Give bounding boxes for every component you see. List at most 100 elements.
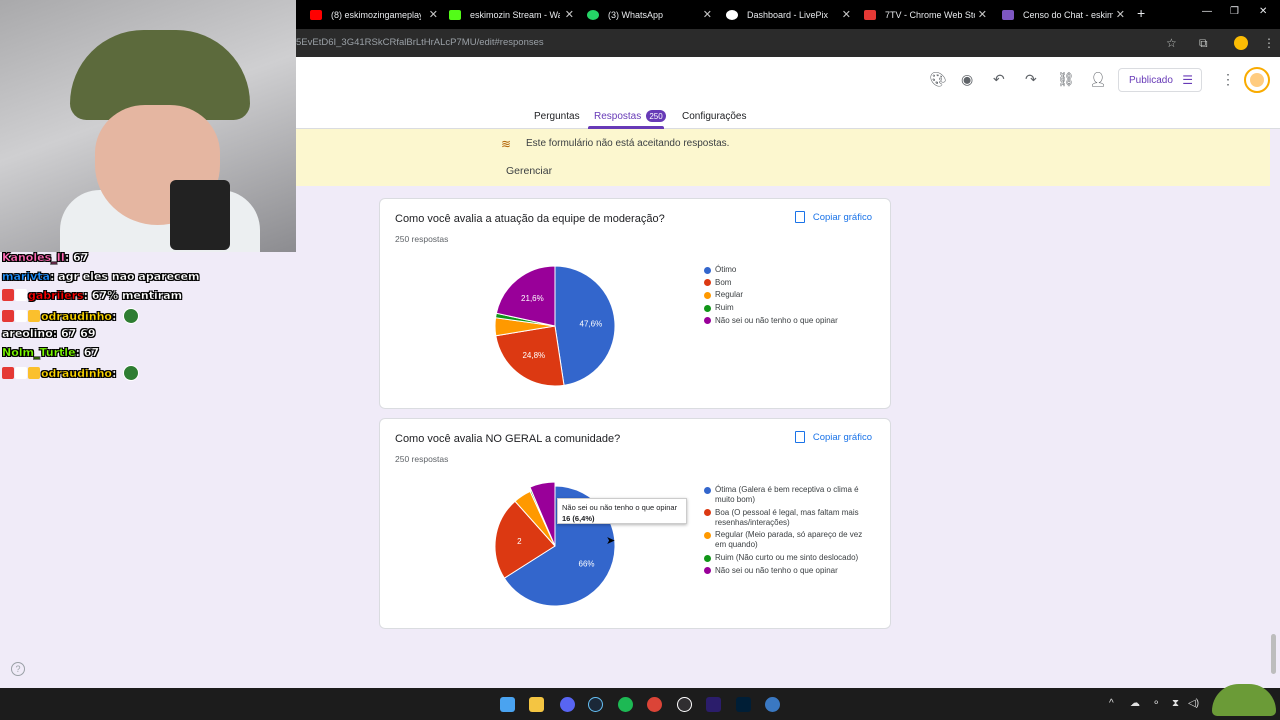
microphone (170, 180, 230, 250)
legend-item: Ruim (704, 303, 864, 313)
tab-responses[interactable]: Respostas (594, 111, 641, 122)
spotify-icon[interactable] (618, 697, 633, 712)
chat-text: : 67 (64, 251, 89, 264)
url-text[interactable]: 5EvEtD6I_3G41RSkCRfalBrLtHrALcP7MU/edit#… (296, 37, 544, 48)
chevron-up-icon[interactable]: ^ (1109, 698, 1114, 709)
close-icon[interactable]: ✕ (429, 8, 438, 21)
undo-icon[interactable]: ↶ (993, 71, 1005, 88)
file-explorer-icon[interactable] (529, 697, 544, 712)
preview-eye-icon[interactable]: ◉ (961, 71, 973, 88)
chrome-icon[interactable] (647, 697, 662, 712)
browser-tab[interactable]: 7TV - Chrome Web Store ✕ (864, 4, 987, 25)
legend-label: Ruim (715, 303, 734, 313)
volume-icon[interactable]: ◁) (1188, 698, 1199, 709)
chat-badge-icon (15, 289, 27, 301)
chat-badge-icon (2, 310, 14, 322)
response-count: 250 respostas (395, 454, 449, 464)
restore-icon[interactable]: ❐ (1230, 6, 1239, 17)
legend-label: Boa (O pessoal é legal, mas faltam mais … (715, 507, 859, 527)
legend-label: Regular (715, 290, 744, 300)
copy-chart-button[interactable]: Copiar gráfico (794, 431, 872, 443)
copy-icon (794, 431, 805, 443)
help-icon[interactable]: ? (11, 662, 25, 676)
tooltip-value: 16 (6,4%) (562, 514, 595, 523)
question-title: Como você avalia NO GERAL a comunidade? (395, 433, 621, 445)
chat-badge-icon (2, 367, 14, 379)
link-icon[interactable]: ⛓ (1057, 71, 1075, 88)
star-icon[interactable]: ☆ (1166, 36, 1177, 50)
not-accepting-icon: ≋ (501, 137, 512, 151)
legend-color-dot (704, 317, 711, 325)
browser-tab[interactable]: Dashboard - LivePix ✕ (726, 4, 851, 25)
windows-start-icon[interactable] (500, 697, 515, 712)
chat-text: : agr eles nao aparecem (49, 270, 200, 283)
browser-tab[interactable]: eskimozin Stream - Watch ✕ (449, 4, 574, 25)
copy-chart-button[interactable]: Copiar gráfico (794, 211, 872, 223)
more-options-icon[interactable]: ⋮ (1221, 71, 1235, 88)
copy-chart-label: Copiar gráfico (812, 431, 872, 443)
manage-button[interactable]: Gerenciar (506, 165, 552, 177)
browser-tab-label: Dashboard - LivePix (747, 9, 829, 20)
chart-legend: Ótimo Bom Regular Ruim Não sei ou não tenho … (704, 265, 864, 328)
legend-color-dot (704, 531, 711, 539)
chat-text: : 67 69 (52, 327, 96, 340)
avatar-face (1250, 73, 1264, 87)
browser-tab[interactable]: (8) eskimozingameplaysH ✕ (310, 4, 438, 25)
legend-label: Regular (Meio parada, só apareço de vez … (715, 530, 863, 550)
window-close-icon[interactable]: ✕ (1259, 6, 1267, 17)
close-icon[interactable]: ✕ (1116, 8, 1125, 21)
microphone-icon[interactable]: ⧗ (1172, 698, 1179, 709)
legend-item: Não sei ou não tenho o que opinar (704, 566, 864, 576)
photoshop-icon[interactable] (736, 697, 751, 712)
question-title: Como você avalia a atuação da equipe de … (395, 213, 665, 225)
browser-tab-label: eskimozin Stream - Watch (470, 9, 560, 20)
tooltip-title: Não sei ou não tenho o que opinar (562, 503, 678, 512)
obs-icon[interactable] (677, 697, 692, 712)
close-icon[interactable]: ✕ (703, 8, 712, 21)
extensions-icon[interactable]: ⧉ (1199, 36, 1208, 51)
chat-username: odraudinho (41, 367, 112, 380)
media-encoder-icon[interactable] (706, 697, 721, 712)
ccleaner-icon[interactable] (765, 697, 780, 712)
chat-message: odraudinho: (2, 365, 199, 384)
steam-icon[interactable] (588, 697, 603, 712)
whatsapp-icon (587, 9, 599, 20)
legend-item: Ótima (Galera é bem receptiva o clima é … (704, 485, 864, 505)
legend-label: Ótimo (715, 265, 737, 274)
browser-tab[interactable]: (3) WhatsApp ✕ (587, 4, 712, 25)
add-collaborator-icon[interactable]: 👤︎ (1089, 71, 1107, 88)
browser-profile-avatar[interactable] (1234, 36, 1248, 50)
chat-badge-icon (28, 367, 40, 379)
legend-item: Não sei ou não tenho o que opinar (704, 316, 864, 326)
legend-item: Ruim (Não curto ou me sinto deslocado) (704, 553, 864, 563)
new-tab-icon[interactable]: + (1137, 5, 1145, 21)
chat-emote-icon (123, 365, 140, 381)
minimize-icon[interactable]: — (1202, 6, 1212, 17)
tune-icon: ☰ (1182, 73, 1193, 87)
published-label: Publicado (1129, 74, 1173, 86)
published-button[interactable]: Publicado ☰ (1118, 68, 1202, 92)
browser-tab[interactable]: Censo do Chat - eskimoz ✕ (1002, 4, 1125, 25)
pie-data-label: 47,6% (580, 319, 603, 328)
legend-item: Ótimo (704, 265, 864, 275)
chat-message: Kanoles_II: 67 (2, 251, 199, 270)
close-icon[interactable]: ✕ (978, 8, 987, 21)
browser-tab-label: (3) WhatsApp (608, 9, 664, 20)
close-icon[interactable]: ✕ (842, 8, 851, 21)
discord-icon[interactable] (560, 697, 575, 712)
stream-chat: Kanoles_II: 67 marivta: agr eles nao apar… (2, 251, 200, 384)
legend-color-dot (704, 266, 711, 274)
webcam-overlay (0, 0, 296, 252)
palette-icon[interactable]: 🎨︎ (929, 71, 947, 88)
chrome-menu-icon[interactable]: ⋮ (1263, 36, 1275, 50)
scrollbar[interactable] (1271, 634, 1276, 674)
tab-questions[interactable]: Perguntas (534, 111, 580, 122)
legend-item: Regular (Meio parada, só apareço de vez … (704, 530, 864, 550)
avatar[interactable] (1244, 67, 1270, 93)
tab-settings[interactable]: Configurações (682, 111, 746, 122)
legend-item: Boa (O pessoal é legal, mas faltam mais … (704, 508, 864, 528)
close-icon[interactable]: ✕ (565, 8, 574, 21)
redo-icon[interactable]: ↷ (1025, 71, 1037, 88)
usb-icon[interactable]: ⚬ (1152, 698, 1160, 709)
cloud-icon[interactable]: ☁ (1130, 698, 1140, 709)
